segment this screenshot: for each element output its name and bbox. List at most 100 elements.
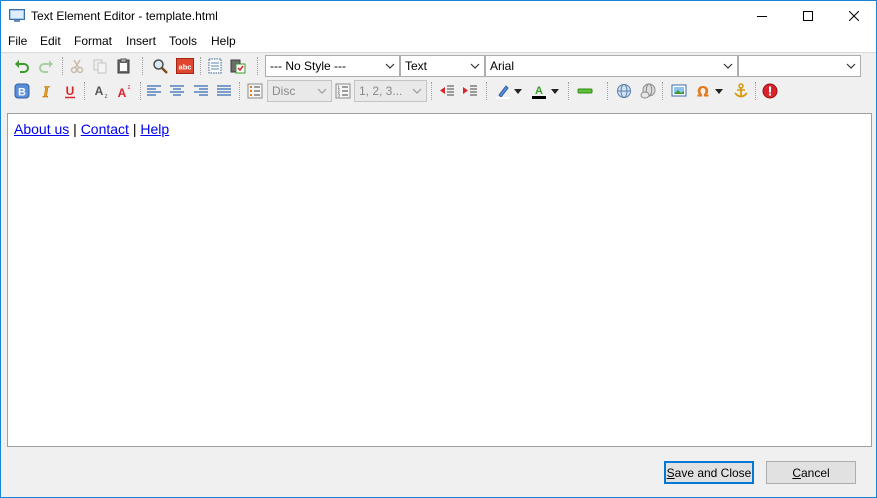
- paste-button[interactable]: [114, 56, 134, 76]
- font-color-dropdown[interactable]: [549, 81, 561, 101]
- redo-button[interactable]: [36, 56, 56, 76]
- save-label: ave and Close: [674, 465, 752, 480]
- numbered-list-button[interactable]: 123: [333, 81, 353, 101]
- align-center-icon: [170, 85, 184, 96]
- undo-button[interactable]: [12, 56, 32, 76]
- spellcheck-icon: abc: [176, 58, 194, 74]
- remove-link-button[interactable]: [638, 81, 658, 101]
- svg-text:B: B: [18, 87, 26, 99]
- highlight-color-button[interactable]: [493, 81, 513, 101]
- menu-insert[interactable]: Insert: [126, 34, 156, 48]
- editor-content: About us | Contact | Help: [14, 121, 169, 137]
- superscript-button[interactable]: Az: [114, 81, 134, 101]
- menu-file[interactable]: File: [8, 34, 27, 48]
- svg-text:U: U: [66, 84, 75, 98]
- italic-icon: I: [42, 84, 51, 99]
- globe-link-icon: [617, 84, 631, 98]
- cancel-accelerator: C: [792, 465, 801, 480]
- toolbar-separator: [486, 82, 487, 100]
- about-button[interactable]: [760, 81, 780, 101]
- close-button[interactable]: [831, 1, 876, 31]
- menu-help[interactable]: Help: [211, 34, 236, 48]
- insert-image-button[interactable]: [669, 81, 689, 101]
- image-icon: [671, 84, 687, 97]
- subscript-button[interactable]: Az: [91, 81, 111, 101]
- bullet-list-button[interactable]: [245, 81, 265, 101]
- paste-special-button[interactable]: [228, 56, 248, 76]
- link-contact[interactable]: Contact: [81, 121, 129, 137]
- horizontal-line-icon: [577, 88, 593, 94]
- bullet-style-combo[interactable]: Disc: [267, 80, 332, 102]
- find-button[interactable]: [150, 56, 170, 76]
- insert-anchor-button[interactable]: [731, 81, 751, 101]
- insert-link-button[interactable]: [614, 81, 634, 101]
- justify-button[interactable]: [214, 81, 234, 101]
- highlight-color-dropdown[interactable]: [512, 81, 524, 101]
- font-size-combo[interactable]: [738, 55, 861, 77]
- select-all-button[interactable]: [205, 56, 225, 76]
- maximize-button[interactable]: [785, 1, 831, 31]
- toolbar-separator: [239, 82, 240, 100]
- toolbar-separator: [84, 82, 85, 100]
- outdent-button[interactable]: [437, 81, 457, 101]
- minimize-icon: [757, 16, 767, 17]
- title-bar[interactable]: Text Element Editor - template.html: [1, 1, 876, 31]
- redo-icon: [39, 60, 53, 73]
- underline-icon: U: [65, 84, 75, 99]
- align-center-button[interactable]: [167, 81, 187, 101]
- numbering-style-combo[interactable]: 1, 2, 3...: [354, 80, 427, 102]
- copy-button[interactable]: [90, 56, 110, 76]
- highlighter-icon: [496, 85, 510, 99]
- link-separator: |: [73, 121, 77, 137]
- close-icon: [849, 11, 859, 21]
- menu-edit[interactable]: Edit: [40, 34, 61, 48]
- special-character-button[interactable]: Ω: [693, 81, 713, 101]
- align-right-button[interactable]: [191, 81, 211, 101]
- spellcheck-button[interactable]: abc: [175, 56, 195, 76]
- menu-tools[interactable]: Tools: [169, 34, 197, 48]
- element-type-combo[interactable]: Text: [400, 55, 485, 77]
- special-character-dropdown[interactable]: [713, 81, 725, 101]
- italic-button[interactable]: I: [36, 81, 56, 101]
- copy-icon: [93, 59, 107, 74]
- toolbar-separator: [607, 82, 608, 100]
- link-about-us[interactable]: About us: [14, 121, 69, 137]
- bullet-list-icon: [247, 83, 263, 99]
- chevron-down-icon: [722, 56, 734, 76]
- minimize-button[interactable]: [739, 1, 785, 31]
- maximize-icon: [803, 11, 813, 21]
- dropdown-arrow-icon: [551, 88, 559, 94]
- numbered-list-icon: 123: [335, 83, 351, 99]
- link-help[interactable]: Help: [140, 121, 169, 137]
- align-left-button[interactable]: [144, 81, 164, 101]
- svg-text:z: z: [128, 85, 131, 91]
- svg-text:A: A: [95, 84, 104, 98]
- chevron-down-icon: [411, 81, 423, 101]
- font-color-button[interactable]: A: [529, 81, 549, 101]
- paste-special-icon: [230, 59, 246, 74]
- cut-button[interactable]: [67, 56, 87, 76]
- indent-button[interactable]: [460, 81, 480, 101]
- subscript-icon: Az: [95, 84, 108, 99]
- menu-format[interactable]: Format: [74, 34, 112, 48]
- editor-window: Text Element Editor - template.html File…: [0, 0, 877, 498]
- horizontal-line-button[interactable]: [575, 81, 595, 101]
- toolbar-separator: [62, 57, 63, 75]
- editor-area[interactable]: About us | Contact | Help: [7, 113, 872, 447]
- unlink-icon: [640, 83, 656, 99]
- toolbar-separator: [568, 82, 569, 100]
- toolbar-area: abc --- No Style --- Text Arial B I U A …: [1, 52, 876, 104]
- cut-icon: [70, 59, 84, 74]
- style-combo[interactable]: --- No Style ---: [265, 55, 400, 77]
- bold-button[interactable]: B: [12, 81, 32, 101]
- svg-text:I: I: [42, 84, 50, 99]
- window-title: Text Element Editor - template.html: [31, 9, 218, 23]
- cancel-button[interactable]: Cancel: [766, 461, 856, 484]
- chevron-down-icon: [469, 56, 481, 76]
- toolbar-separator: [142, 57, 143, 75]
- omega-icon: Ω: [697, 85, 709, 100]
- font-family-combo[interactable]: Arial: [485, 55, 738, 77]
- underline-button[interactable]: U: [60, 81, 80, 101]
- save-and-close-button[interactable]: Save and Close: [664, 461, 754, 484]
- cancel-label: ancel: [800, 465, 830, 480]
